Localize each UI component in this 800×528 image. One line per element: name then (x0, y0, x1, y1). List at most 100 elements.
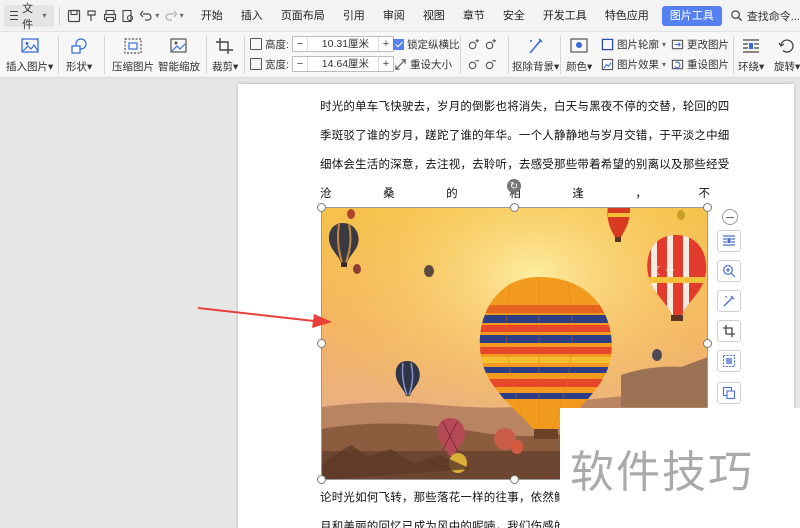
collapse-toolbar-button[interactable] (722, 209, 738, 225)
tab-view[interactable]: 视图 (414, 0, 454, 32)
crop-button[interactable]: 裁剪▾ (212, 36, 238, 74)
tab-references[interactable]: 引用 (334, 0, 374, 32)
divider (560, 36, 561, 74)
paragraph-line[interactable]: 细体会生活的深意，去注视，去聆听，去感受那些带着希望的别离以及那些经受 (320, 156, 730, 172)
paragraph-line[interactable]: 论时光如何飞转，那些落花一样的往事，依然鲜活 (320, 489, 577, 505)
divider (104, 36, 105, 74)
tab-picture-tools[interactable]: 图片工具 (661, 5, 722, 26)
insert-image-button[interactable]: 插入图片▾ (6, 36, 53, 74)
remove-background-quick-button[interactable] (717, 290, 741, 312)
ocr-icon (722, 354, 736, 368)
brightness-up-icon (466, 37, 480, 51)
translate-icon (722, 386, 736, 400)
char: 沧 (320, 188, 332, 200)
undo-icon[interactable] (139, 7, 153, 25)
width-stepper[interactable]: − 14.64厘米 + (291, 56, 394, 72)
divider (733, 36, 734, 74)
tab-page-layout[interactable]: 页面布局 (272, 0, 334, 32)
command-search[interactable]: 查找命令... (730, 8, 800, 24)
height-stepper[interactable]: − 10.31厘米 + (291, 36, 394, 52)
color-icon (568, 36, 590, 56)
width-input[interactable]: 14.64厘米 (306, 57, 379, 71)
reset-size-label: 重设大小 (410, 59, 452, 71)
image-translate-button[interactable] (717, 382, 741, 404)
color-button[interactable]: 颜色▾ (566, 36, 592, 74)
divider (244, 36, 245, 74)
resize-handle-bottom[interactable] (510, 475, 519, 484)
file-menu-label: 文件 (22, 2, 34, 31)
tab-review[interactable]: 审阅 (374, 0, 414, 32)
width-decrease-button[interactable]: − (293, 57, 307, 71)
paragraph-line[interactable]: 时光的单车飞快驶去，岁月的倒影也将消失，白天与黑夜不停的交替，轮回的四 (320, 98, 730, 114)
lock-aspect-ratio-checkbox[interactable]: 锁定纵横比 (393, 37, 460, 52)
svg-text:☾★: ☾★ (654, 264, 676, 278)
resize-handle-top[interactable] (510, 203, 519, 212)
height-label: 高度: (265, 38, 289, 51)
reset-image-button[interactable]: 重设图片 (670, 57, 729, 72)
divider (59, 6, 61, 25)
watermark-text: 软件技巧 (570, 447, 754, 498)
image-effect-button[interactable]: 图片效果 ▾ (600, 57, 670, 72)
tab-developer[interactable]: 开发工具 (534, 0, 596, 32)
width-icon (250, 58, 262, 70)
image-to-text-button[interactable] (717, 350, 741, 372)
color-label: 颜色▾ (566, 61, 593, 73)
image-effect-icon (600, 58, 614, 72)
width-increase-button[interactable]: + (379, 57, 393, 71)
compress-image-icon (122, 36, 144, 56)
height-increase-button[interactable]: + (379, 37, 393, 51)
increase-brightness-button[interactable] (466, 37, 497, 51)
compress-image-button[interactable]: 压缩图片 (112, 36, 154, 74)
picture-tools-ribbon: 插入图片▾ 形状▾ 压缩图片 智能缩放 裁剪▾ 高度: − 10.31厘米 + (0, 32, 800, 78)
change-image-button[interactable]: 更改图片 (670, 37, 729, 52)
print-preview-icon[interactable] (121, 7, 135, 25)
char: 逢 (572, 188, 584, 200)
resize-handle-bottom-left[interactable] (317, 475, 326, 484)
paragraph-line[interactable]: 季斑驳了谁的岁月，蹉跎了谁的年华。一个人静静地与岁月交错，于平淡之中细 (320, 127, 730, 143)
tab-home[interactable]: 开始 (192, 0, 232, 32)
smart-zoom-button[interactable]: 智能缩放 (158, 36, 200, 74)
tab-security[interactable]: 安全 (494, 0, 534, 32)
tab-insert[interactable]: 插入 (232, 0, 272, 32)
save-icon[interactable] (67, 7, 81, 25)
rotate-handle-icon[interactable]: ↻ (507, 179, 521, 193)
customize-toolbar-icon[interactable]: ▾ (180, 11, 186, 20)
undo-dropdown-icon[interactable]: ▾ (155, 11, 161, 20)
paragraph-line[interactable]: 月和美丽的回忆已成为风中的呢喃，我们伤感的 (320, 518, 566, 528)
image-outline-label: 图片轮廓 (617, 39, 659, 51)
compress-image-label: 压缩图片 (112, 61, 154, 73)
remove-background-icon (525, 36, 547, 56)
resize-handle-top-left[interactable] (317, 203, 326, 212)
layout-options-icon (723, 235, 735, 246)
zoom-preview-button[interactable] (717, 260, 741, 282)
command-search-label: 查找命令... (746, 10, 800, 23)
smart-zoom-label: 智能缩放 (158, 61, 200, 73)
reset-size-button[interactable]: 重设大小 (393, 57, 452, 72)
decrease-brightness-button[interactable] (466, 57, 497, 71)
shape-button[interactable]: 形状▾ (66, 36, 92, 74)
wrap-text-label: 环绕▾ (738, 61, 765, 73)
format-painter-icon[interactable] (85, 7, 99, 25)
brightness-down-icon (466, 57, 480, 71)
image-outline-button[interactable]: 图片轮廓 ▾ (600, 37, 670, 52)
rotate-button[interactable]: 旋转▾ (774, 36, 800, 74)
file-menu-button[interactable]: 文件 ▾ (4, 3, 55, 31)
crop-icon (214, 36, 236, 56)
height-input[interactable]: 10.31厘米 (306, 37, 379, 51)
crop-quick-button[interactable] (717, 320, 741, 342)
tab-sections[interactable]: 章节 (454, 0, 494, 32)
resize-handle-top-right[interactable] (703, 203, 712, 212)
redo-icon[interactable] (164, 7, 178, 25)
resize-handle-left[interactable] (317, 339, 326, 348)
resize-handle-right[interactable] (703, 339, 712, 348)
height-decrease-button[interactable]: − (293, 37, 307, 51)
tab-special-apps[interactable]: 特色应用 (596, 0, 658, 32)
wrap-text-button[interactable]: 环绕▾ (738, 36, 764, 74)
layout-options-button[interactable] (717, 230, 741, 252)
reset-image-label: 重设图片 (687, 59, 729, 71)
image-outline-icon (600, 38, 614, 52)
print-icon[interactable] (103, 7, 117, 25)
wrap-text-icon (740, 36, 762, 56)
remove-background-button[interactable]: 抠除背景▾ (512, 36, 559, 74)
red-arrow-annotation (197, 307, 332, 328)
